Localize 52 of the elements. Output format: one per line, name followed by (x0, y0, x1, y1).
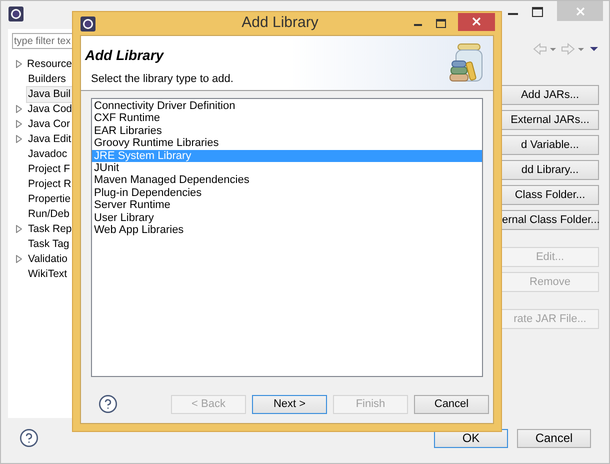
list-item[interactable]: Connectivity Driver Definition (92, 100, 482, 112)
tree-item[interactable]: Run/Deb (26, 206, 72, 224)
list-item[interactable]: Maven Managed Dependencies (92, 174, 482, 187)
expand-arrow-icon[interactable] (16, 254, 22, 262)
maximize-icon[interactable] (532, 7, 543, 17)
tree-item[interactable]: Java Buil (26, 86, 73, 104)
tree-item[interactable]: Validatio (26, 250, 70, 268)
list-item[interactable]: CXF Runtime (92, 112, 482, 125)
app-icon (8, 6, 24, 22)
tree-item[interactable]: Builders (26, 70, 68, 88)
page-heading: Add Library (85, 46, 165, 65)
button[interactable]: dd Library... (501, 160, 599, 180)
close-icon (576, 6, 584, 16)
tree-item[interactable]: Project F (26, 160, 72, 178)
tree-item[interactable]: Propertie (26, 190, 73, 208)
help-icon[interactable] (98, 394, 118, 414)
back-arrow-icon[interactable] (533, 43, 557, 55)
list-item[interactable]: Groovy Runtime Libraries (92, 137, 482, 150)
list-item[interactable]: Plug-in Dependencies (92, 186, 482, 200)
help-icon[interactable] (19, 428, 39, 448)
tree-item[interactable]: WikiText (26, 266, 70, 284)
list-item[interactable]: Web App Libraries (92, 224, 482, 236)
dialog-title: Add Library (240, 13, 320, 34)
button[interactable]: Cancel (414, 394, 489, 414)
maximize-icon[interactable] (436, 19, 446, 28)
button[interactable]: External JARs... (501, 110, 599, 130)
list-item[interactable]: EAR Libraries (92, 124, 482, 138)
button[interactable]: Cancel (517, 428, 591, 448)
close-icon (472, 17, 481, 26)
tree-item[interactable]: Project R (26, 176, 74, 194)
tree-item[interactable]: Resource (25, 56, 74, 74)
close-button[interactable] (458, 12, 495, 30)
button[interactable]: Next > (252, 394, 327, 414)
tree-item[interactable]: Java Cor (26, 116, 72, 134)
app-icon (80, 16, 96, 32)
list-item[interactable]: JUnit (92, 162, 482, 174)
page-description: Select the library type to add. (90, 72, 234, 87)
button[interactable]: Class Folder... (501, 185, 599, 205)
expand-arrow-icon[interactable] (16, 60, 22, 68)
button[interactable]: ernal Class Folder... (501, 210, 599, 230)
button[interactable]: d Variable... (501, 135, 599, 155)
list-item[interactable]: User Library (92, 212, 482, 224)
minimize-icon[interactable] (414, 24, 422, 27)
minimize-icon[interactable] (508, 13, 518, 16)
tree-item[interactable]: Javadoc (26, 146, 70, 164)
tree-item[interactable]: Java Edit (26, 130, 74, 148)
expand-arrow-icon[interactable] (16, 224, 22, 232)
tree-item[interactable]: Java Cod (26, 100, 74, 118)
button[interactable]: Add JARs... (501, 85, 599, 105)
list-item[interactable]: Server Runtime (92, 199, 482, 212)
tree-item[interactable]: Task Rep (26, 220, 74, 238)
tree-item[interactable]: Task Tag (26, 236, 72, 254)
